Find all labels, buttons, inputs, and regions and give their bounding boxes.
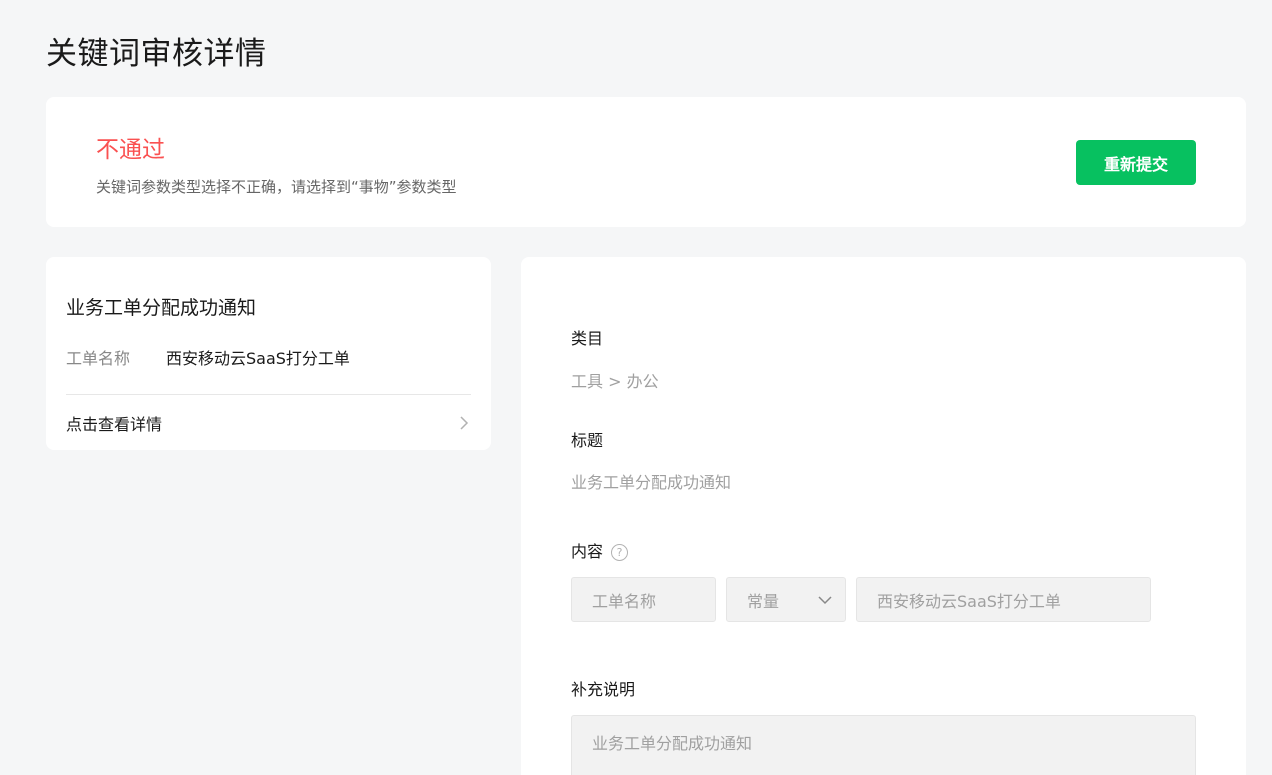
title-label: 标题 [571, 431, 604, 450]
param-type-select[interactable]: 常量 [726, 577, 846, 622]
category-label: 类目 [571, 329, 604, 348]
resubmit-button[interactable]: 重新提交 [1076, 140, 1196, 185]
title-value: 业务工单分配成功通知 [571, 473, 732, 492]
template-title: 业务工单分配成功通知 [66, 297, 257, 319]
view-details-link[interactable]: 点击查看详情 [66, 405, 471, 441]
content-label: 内容 [571, 542, 604, 561]
category-value: 工具 > 办公 [571, 372, 659, 391]
rejection-reason: 关键词参数类型选择不正确，请选择到“事物”参数类型 [96, 178, 457, 196]
template-preview-card: 业务工单分配成功通知 工单名称 西安移动云SaaS打分工单 点击查看详情 [46, 257, 491, 450]
divider [66, 394, 471, 395]
template-field-label: 工单名称 [66, 349, 131, 368]
supplement-textarea[interactable]: 业务工单分配成功通知 [571, 715, 1196, 775]
supplement-label: 补充说明 [571, 680, 636, 699]
page-title: 关键词审核详情 [46, 36, 267, 72]
param-type-value: 常量 [747, 591, 780, 611]
content-label-row: 内容? [571, 538, 629, 562]
param-value-field[interactable]: 西安移动云SaaS打分工单 [856, 577, 1151, 622]
review-status-title: 不通过 [96, 137, 165, 163]
template-field-value: 西安移动云SaaS打分工单 [166, 349, 350, 368]
keyword-form-card: 类目 工具 > 办公 标题 业务工单分配成功通知 内容? 工单名称 常量 西安移… [521, 257, 1246, 775]
param-name-field[interactable]: 工单名称 [571, 577, 716, 622]
chevron-right-icon [460, 416, 469, 430]
question-circle-icon[interactable]: ? [611, 544, 629, 561]
chevron-down-icon [818, 595, 832, 604]
view-details-label: 点击查看详情 [66, 415, 163, 434]
review-status-card: 不通过 关键词参数类型选择不正确，请选择到“事物”参数类型 重新提交 [46, 97, 1246, 227]
